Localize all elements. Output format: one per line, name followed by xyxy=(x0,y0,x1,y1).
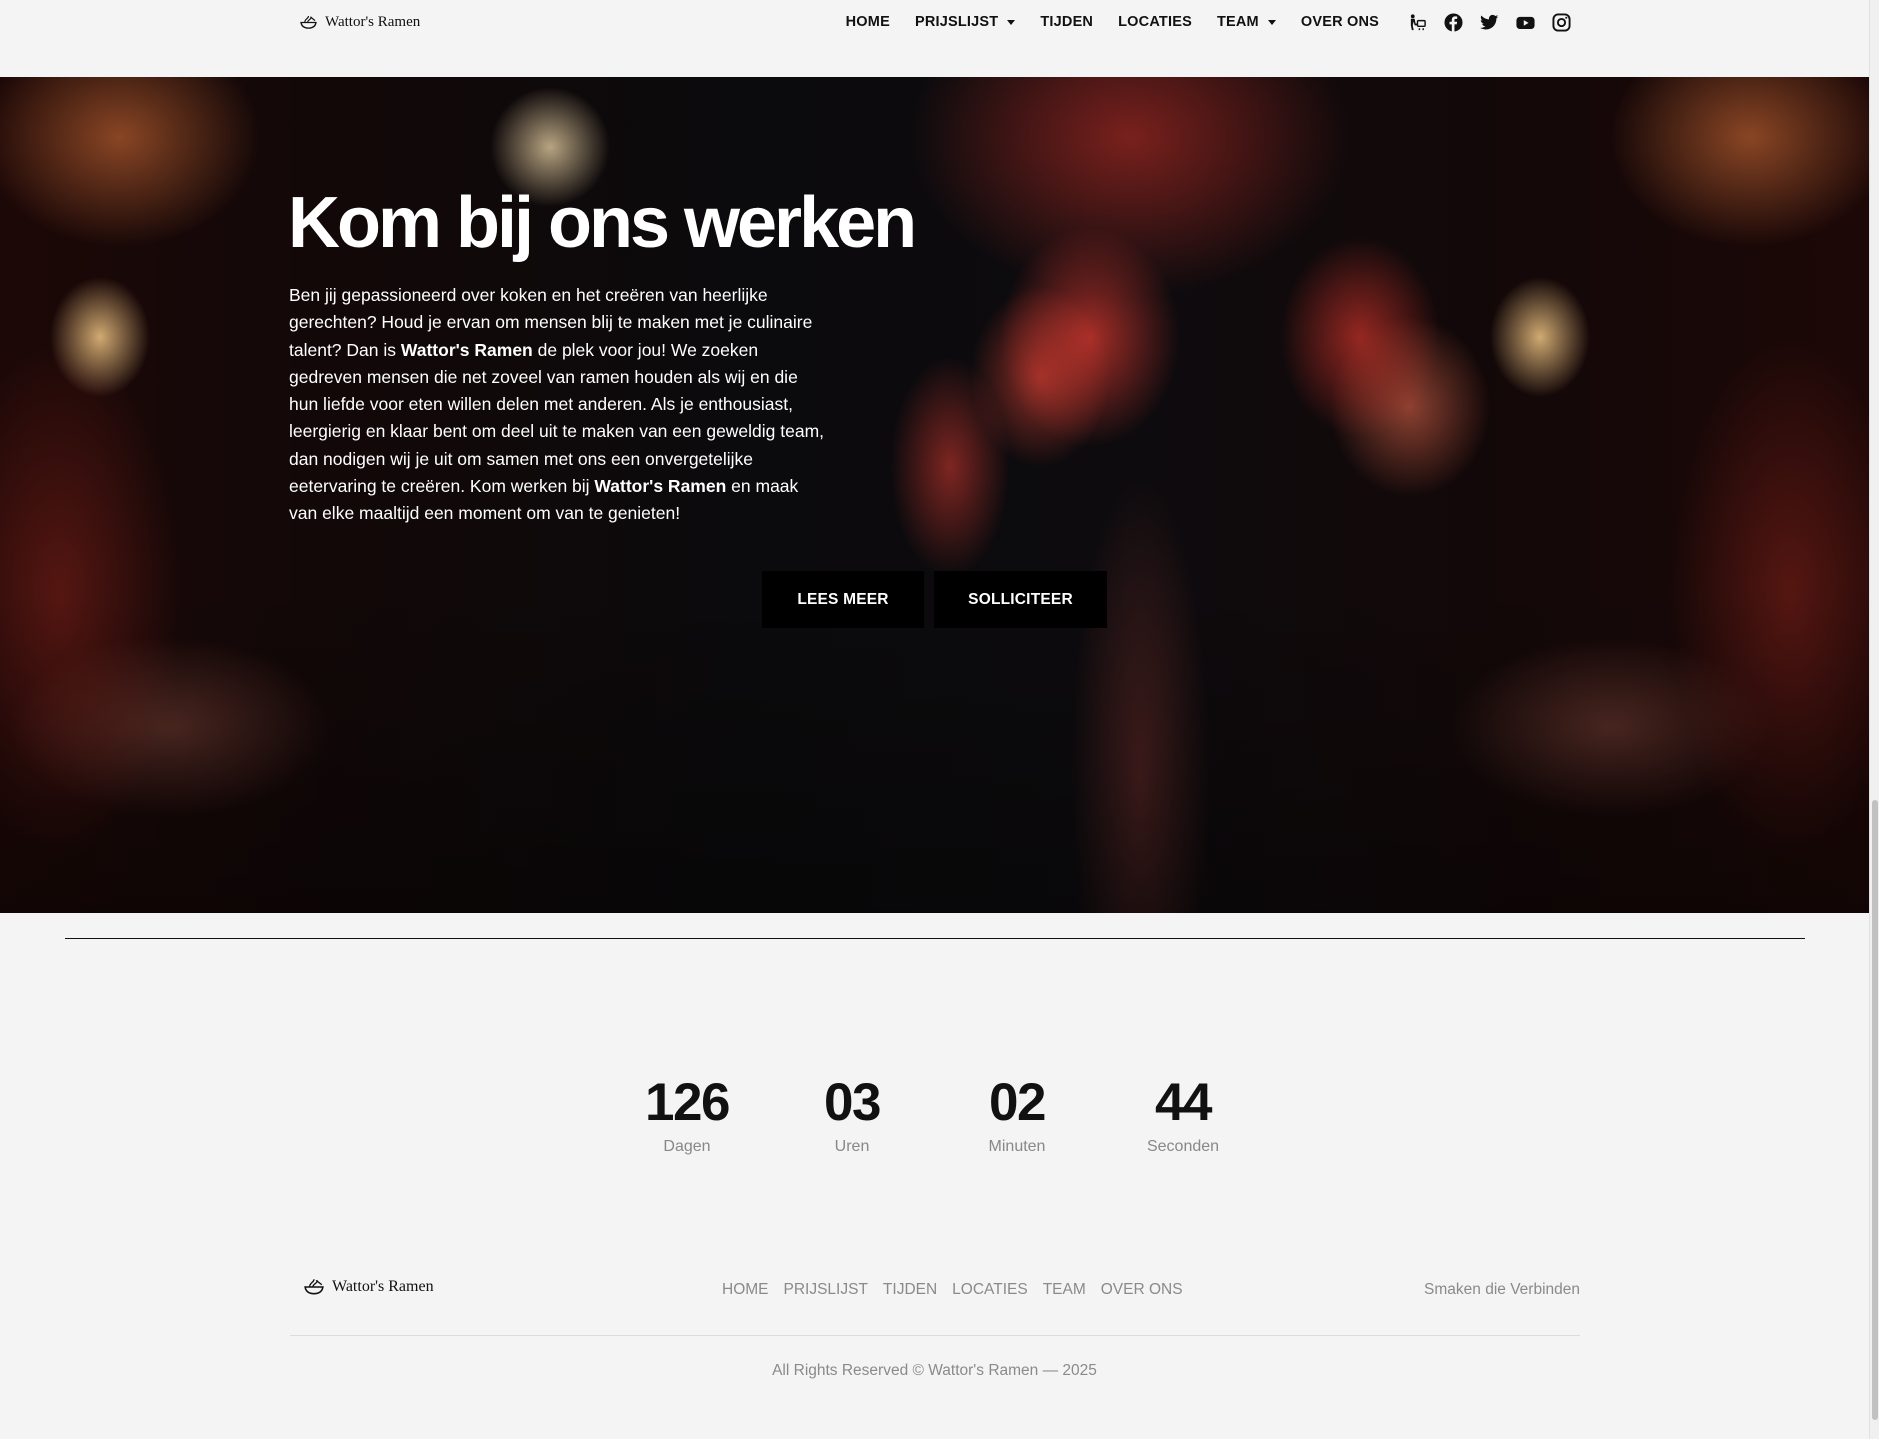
countdown-label: Seconden xyxy=(1146,1138,1220,1155)
footer-logo[interactable]: Wattor's Ramen xyxy=(304,1278,434,1296)
footer-link-home[interactable]: HOME xyxy=(722,1281,769,1299)
takeaway-icon[interactable] xyxy=(1408,13,1427,32)
logo-text: Wattor's Ramen xyxy=(332,1278,434,1295)
footer-link-prijslijst[interactable]: PRIJSLIJST xyxy=(784,1281,868,1299)
section-divider xyxy=(65,938,1805,939)
facebook-icon[interactable] xyxy=(1444,13,1463,32)
footer-link-tijden[interactable]: TIJDEN xyxy=(883,1281,937,1299)
countdown-label: Dagen xyxy=(663,1138,711,1155)
countdown-seconds: 44 Seconden xyxy=(1118,1068,1248,1156)
chevron-down-icon xyxy=(1267,19,1276,25)
countdown-days: 126 Dagen xyxy=(622,1068,752,1156)
social-links xyxy=(1408,13,1571,32)
page-scrollbar[interactable] xyxy=(1869,0,1879,1439)
countdown-label: Uren xyxy=(834,1138,870,1155)
footer-link-over-ons[interactable]: OVER ONS xyxy=(1101,1281,1183,1299)
footer-divider xyxy=(290,1335,1580,1336)
copyright-text: All Rights Reserved © Wattor's Ramen — 2… xyxy=(772,1362,1097,1379)
chevron-down-icon xyxy=(1007,19,1016,25)
brand-name: Wattor's Ramen xyxy=(400,339,533,360)
hero-background-image xyxy=(0,77,1869,913)
ramen-bowl-icon xyxy=(304,1279,324,1295)
site-logo[interactable]: Wattor's Ramen xyxy=(300,14,420,31)
brand-name: Wattor's Ramen xyxy=(594,476,727,497)
countdown-value: 03 xyxy=(824,1073,881,1132)
footer-nav: HOME PRIJSLIJST TIJDEN LOCATIES TEAM OVE… xyxy=(722,1281,1183,1299)
countdown-minutes: 02 Minuten xyxy=(952,1068,1082,1156)
nav-item-team[interactable]: TEAM xyxy=(1217,14,1276,30)
scrollbar-thumb[interactable] xyxy=(1872,800,1878,1420)
ramen-bowl-icon xyxy=(300,15,317,29)
nav-item-over-ons[interactable]: OVER ONS xyxy=(1301,14,1379,30)
site-header: Wattor's Ramen HOME PRIJSLIJST TIJDEN LO… xyxy=(0,0,1869,77)
countdown-value: 126 xyxy=(645,1073,730,1132)
hero-paragraph: Ben jij gepassioneerd over koken en het … xyxy=(289,285,825,524)
youtube-icon[interactable] xyxy=(1516,13,1535,32)
hero-title: Kom bij ons werken xyxy=(288,183,917,263)
countdown-value: 44 xyxy=(1155,1073,1212,1132)
hero-section: Kom bij ons werken Ben jij gepassioneerd… xyxy=(0,77,1869,913)
countdown-label: Minuten xyxy=(988,1138,1046,1155)
nav-item-tijden[interactable]: TIJDEN xyxy=(1040,14,1093,30)
nav-item-home[interactable]: HOME xyxy=(846,14,890,30)
main-nav: HOME PRIJSLIJST TIJDEN LOCATIES TEAM OVE… xyxy=(846,14,1379,30)
logo-text: Wattor's Ramen xyxy=(325,14,421,30)
lees-meer-button[interactable]: LEES MEER xyxy=(762,571,924,628)
nav-item-prijslijst[interactable]: PRIJSLIJST xyxy=(915,14,1016,30)
hero-buttons: LEES MEER SOLLICITEER xyxy=(762,571,1107,628)
footer-link-team[interactable]: TEAM xyxy=(1043,1281,1086,1299)
solliciteer-button[interactable]: SOLLICITEER xyxy=(934,571,1107,628)
footer-tagline: Smaken die Verbinden xyxy=(1424,1281,1580,1298)
twitter-icon[interactable] xyxy=(1480,13,1499,32)
countdown-value: 02 xyxy=(989,1073,1046,1132)
countdown-hours: 03 Uren xyxy=(787,1068,917,1156)
nav-item-locaties[interactable]: LOCATIES xyxy=(1118,14,1192,30)
instagram-icon[interactable] xyxy=(1552,13,1571,32)
footer-link-locaties[interactable]: LOCATIES xyxy=(952,1281,1028,1299)
